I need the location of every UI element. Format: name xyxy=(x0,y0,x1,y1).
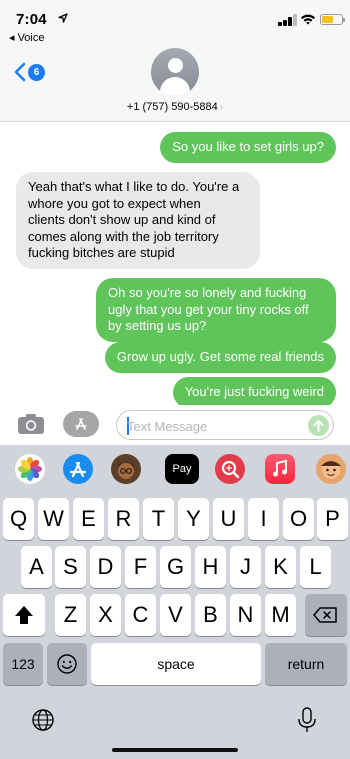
key-h[interactable]: H xyxy=(195,546,226,588)
key-j[interactable]: J xyxy=(230,546,261,588)
camera-icon[interactable] xyxy=(17,413,45,435)
globe-icon[interactable] xyxy=(30,707,56,733)
key-b[interactable]: B xyxy=(195,594,226,636)
key-i[interactable]: I xyxy=(248,498,279,540)
microphone-icon[interactable] xyxy=(296,706,318,734)
key-q[interactable]: Q xyxy=(3,498,34,540)
message-input[interactable] xyxy=(127,417,302,435)
message-text-field[interactable] xyxy=(116,410,334,440)
image-search-icon[interactable] xyxy=(215,454,245,484)
status-time: 7:04 xyxy=(16,11,47,28)
apple-pay-icon[interactable]: Pay xyxy=(165,454,199,484)
key-p[interactable]: P xyxy=(317,498,348,540)
memoji-icon[interactable] xyxy=(111,454,141,484)
keyboard: Pay Q W E R T Y U I O P A S D F G H J K … xyxy=(0,445,350,759)
apple-pay-label: Pay xyxy=(172,463,192,475)
arrow-up-icon xyxy=(313,420,324,432)
imessage-app-strip: Pay xyxy=(0,445,350,493)
unread-count-badge[interactable]: 6 xyxy=(28,64,45,81)
chevron-right-icon: › xyxy=(219,102,224,113)
key-z[interactable]: Z xyxy=(55,594,86,636)
key-t[interactable]: T xyxy=(143,498,174,540)
key-n[interactable]: N xyxy=(230,594,261,636)
key-l[interactable]: L xyxy=(300,546,331,588)
key-k[interactable]: K xyxy=(265,546,296,588)
memoji-stickers-icon[interactable] xyxy=(316,454,346,484)
numbers-key[interactable]: 123 xyxy=(3,643,43,685)
contact-number: +1 (757) 590-5884 xyxy=(126,101,218,113)
compose-bar xyxy=(0,405,350,445)
key-r[interactable]: R xyxy=(108,498,139,540)
photos-app-icon[interactable] xyxy=(15,454,45,484)
delete-key[interactable] xyxy=(305,594,347,636)
key-f[interactable]: F xyxy=(125,546,156,588)
back-to-app-link[interactable]: ◂ Voice xyxy=(9,31,45,44)
key-o[interactable]: O xyxy=(283,498,314,540)
status-bar: 7:04 ◂ Voice xyxy=(0,0,350,46)
send-button[interactable] xyxy=(308,415,329,436)
music-app-icon[interactable] xyxy=(265,454,295,484)
space-key[interactable]: space xyxy=(91,643,261,685)
key-m[interactable]: M xyxy=(265,594,296,636)
wifi-icon xyxy=(301,14,315,25)
home-indicator[interactable] xyxy=(112,748,238,752)
cellular-signal-icon xyxy=(278,14,298,26)
key-a[interactable]: A xyxy=(21,546,52,588)
key-u[interactable]: U xyxy=(213,498,244,540)
delete-backspace-icon xyxy=(313,607,337,623)
key-s[interactable]: S xyxy=(55,546,86,588)
message-bubble-outgoing[interactable]: Oh so you're so lonely and fucking ugly … xyxy=(96,278,336,342)
message-bubble-outgoing[interactable]: Grow up ugly. Get some real friends xyxy=(104,342,336,373)
key-w[interactable]: W xyxy=(38,498,69,540)
conversation-header: 6 +1 (757) 590-5884 › xyxy=(0,46,350,122)
app-store-strip-icon[interactable] xyxy=(63,454,93,484)
app-store-icon xyxy=(75,418,87,430)
key-y[interactable]: Y xyxy=(178,498,209,540)
shift-key[interactable] xyxy=(3,594,45,636)
app-store-button[interactable] xyxy=(63,411,99,437)
back-chevron-icon[interactable] xyxy=(13,62,27,82)
key-g[interactable]: G xyxy=(160,546,191,588)
key-x[interactable]: X xyxy=(90,594,121,636)
battery-icon xyxy=(320,14,345,25)
return-key[interactable]: return xyxy=(265,643,347,685)
key-v[interactable]: V xyxy=(160,594,191,636)
message-bubble-incoming[interactable]: Yeah that's what I like to do. You're a … xyxy=(16,172,260,269)
key-d[interactable]: D xyxy=(90,546,121,588)
emoji-smiley-icon xyxy=(57,654,77,674)
message-bubble-outgoing[interactable]: So you like to set girls up? xyxy=(160,132,336,163)
key-c[interactable]: C xyxy=(125,594,156,636)
contact-name-button[interactable]: +1 (757) 590-5884 › xyxy=(0,101,350,113)
location-arrow-icon xyxy=(58,13,68,23)
message-bubble-outgoing[interactable]: You're just fucking weird xyxy=(172,377,336,408)
contact-avatar[interactable] xyxy=(151,48,199,96)
key-e[interactable]: E xyxy=(73,498,104,540)
emoji-key[interactable] xyxy=(47,643,87,685)
shift-arrow-icon xyxy=(15,606,33,624)
